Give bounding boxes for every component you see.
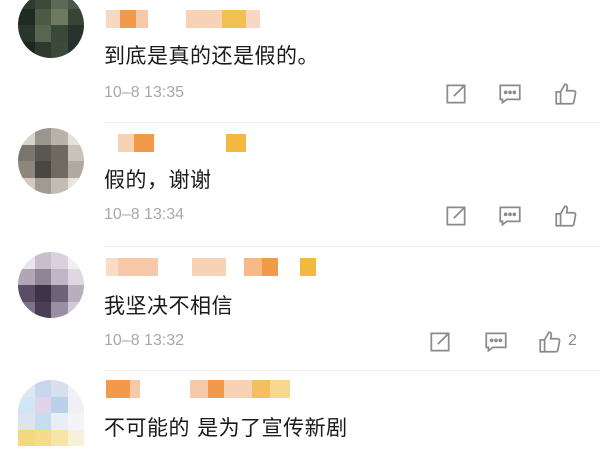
share-icon [430,332,450,352]
comment-item: 我坚决不相信 10–8 13:32 2 [0,252,600,371]
divider [104,246,600,247]
comment-text: 假的，谢谢 [104,168,212,192]
divider [104,370,600,371]
comment-text: 到底是真的还是假的。 [104,44,319,68]
share-button[interactable] [442,80,470,108]
avatar[interactable] [18,380,84,446]
comment-button[interactable] [496,202,524,230]
share-icon [446,206,466,226]
like-button[interactable] [552,80,580,108]
avatar[interactable] [18,0,84,58]
comment-item: 假的，谢谢 10–8 13:34 [0,128,600,248]
comment-item: 不可能的 是为了宣传新剧 [0,374,600,450]
share-button[interactable] [426,328,454,356]
thumbs-up-icon [539,331,561,353]
comment-icon [485,332,507,353]
like-count: 2 [568,332,577,349]
avatar[interactable] [18,128,84,194]
share-icon [446,84,466,104]
comment-icon [499,84,521,105]
comment-button[interactable] [482,328,510,356]
thumbs-up-icon [555,83,577,105]
comment-time: 10–8 13:34 [104,206,185,223]
comment-time: 10–8 13:35 [104,84,185,101]
like-button[interactable] [536,328,564,356]
avatar[interactable] [18,252,84,318]
divider [104,122,600,123]
comment-text: 我坚决不相信 [104,294,233,318]
like-button[interactable] [552,202,580,230]
comment-item: 到底是真的还是假的。 10–8 13:35 [0,0,600,123]
comment-text: 不可能的 是为了宣传新剧 [104,416,348,440]
comment-time: 10–8 13:32 [104,332,185,349]
share-button[interactable] [442,202,470,230]
thumbs-up-icon [555,205,577,227]
comment-button[interactable] [496,80,524,108]
comment-icon [499,206,521,227]
